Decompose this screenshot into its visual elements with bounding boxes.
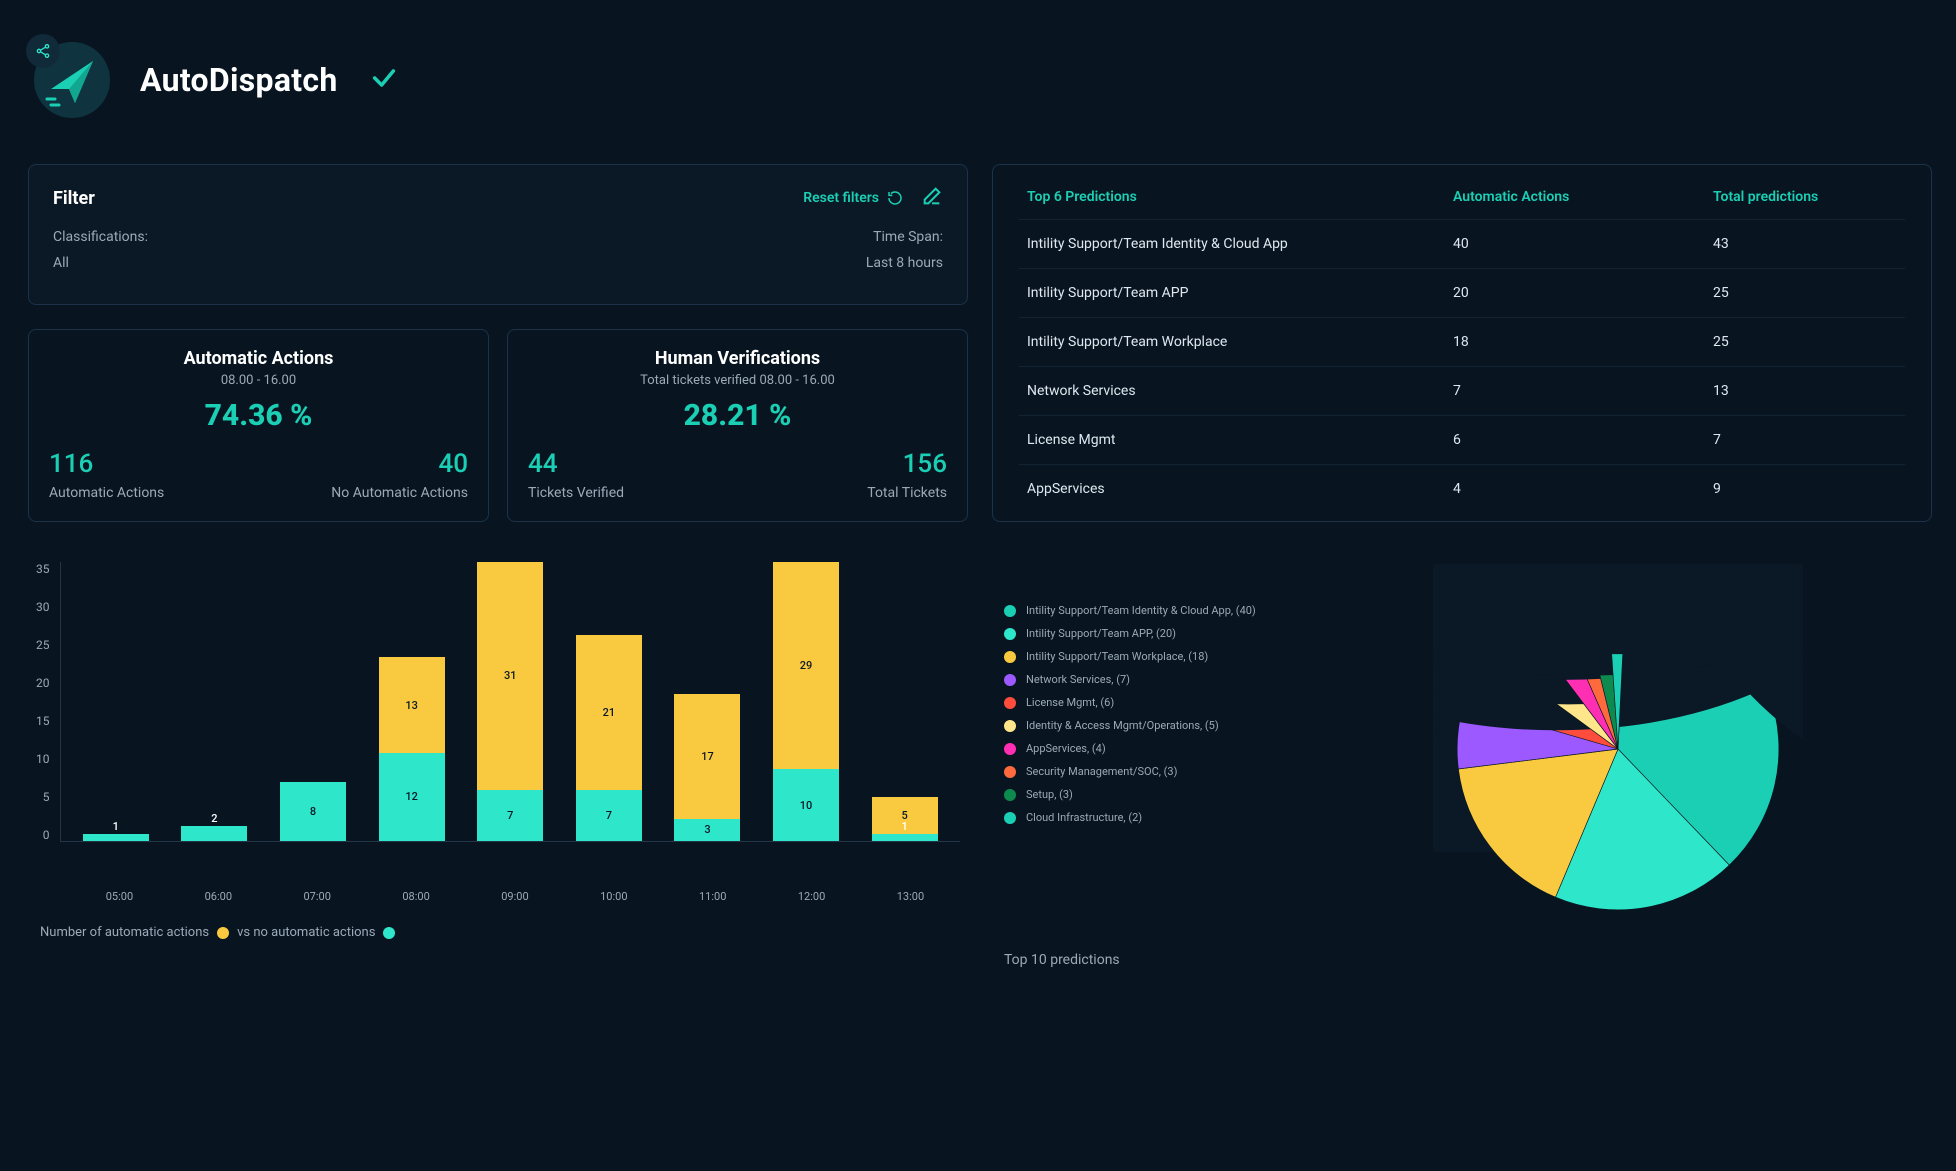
check-icon (370, 64, 398, 96)
pie-chart-card: Intility Support/Team Identity & Cloud A… (992, 546, 1932, 978)
kpi-value: 116 (49, 449, 259, 479)
legend-swatch (1004, 605, 1016, 617)
legend-item: AppServices, (4) (1004, 742, 1304, 755)
legend-swatch (1004, 628, 1016, 640)
kpi-label: Tickets Verified (528, 485, 738, 501)
legend-item: Intility Support/Team Identity & Cloud A… (1004, 604, 1304, 617)
page-title: AutoDispatch (140, 61, 338, 99)
edit-filters-button[interactable] (921, 185, 943, 211)
filter-title: Filter (53, 188, 95, 209)
legend-item: Identity & Access Mgmt/Operations, (5) (1004, 719, 1304, 732)
legend-swatch (1004, 674, 1016, 686)
bar-column: 1312 (379, 562, 445, 841)
filter-panel: Filter Reset filters Classifications: (28, 164, 968, 305)
bar-column: 317 (477, 562, 543, 841)
kpi-automatic-actions: Automatic Actions 08.00 - 16.00 74.36 % … (28, 329, 489, 523)
classifications-label: Classifications: (53, 229, 148, 245)
legend-swatch (1004, 743, 1016, 755)
reset-filters-button[interactable]: Reset filters (803, 190, 903, 206)
kpi-title: Human Verifications (528, 348, 947, 369)
pie-chart: 4020187654332 (1433, 564, 1803, 934)
legend-swatch-teal (383, 927, 395, 939)
reset-icon (887, 190, 903, 206)
kpi-percent: 28.21 % (528, 398, 947, 433)
kpi-label: No Automatic Actions (259, 485, 469, 501)
kpi-label: Total Tickets (738, 485, 948, 501)
share-icon[interactable] (26, 34, 60, 68)
legend-swatch (1004, 789, 1016, 801)
bar-column: 8 (280, 562, 346, 841)
legend-item: Setup, (3) (1004, 788, 1304, 801)
table-row: Network Services713 (1019, 367, 1905, 416)
kpi-value: 44 (528, 449, 738, 479)
legend-swatch (1004, 651, 1016, 663)
legend-swatch (1004, 812, 1016, 824)
pie-caption: Top 10 predictions (1004, 952, 1920, 968)
legend-swatch (1004, 697, 1016, 709)
legend-item: Cloud Infrastructure, (2) (1004, 811, 1304, 824)
table-header: Top 6 Predictions (1019, 175, 1445, 220)
app-logo (28, 36, 116, 124)
kpi-subtitle: 08.00 - 16.00 (49, 373, 468, 388)
bar-column: 2 (181, 562, 247, 841)
timespan-label: Time Span: (866, 229, 943, 245)
bar-chart-card: 35302520151050 128 1312 317 217 173 2910 51 05… (28, 546, 968, 978)
legend-item: Security Management/SOC, (3) (1004, 765, 1304, 778)
table-row: Intility Support/Team Identity & Cloud A… (1019, 220, 1905, 269)
legend-item: License Mgmt, (6) (1004, 696, 1304, 709)
bar-column: 51 (872, 562, 938, 841)
legend-swatch (1004, 720, 1016, 732)
table-header: Total predictions (1705, 175, 1905, 220)
bar-plot: 128 1312 317 217 173 2910 51 (60, 562, 961, 842)
bar-chart-legend: Number of automatic actions vs no automa… (36, 925, 960, 940)
table-row: Intility Support/Team APP2025 (1019, 269, 1905, 318)
legend-swatch-yellow (217, 927, 229, 939)
pie-legend: Intility Support/Team Identity & Cloud A… (1004, 564, 1304, 934)
kpi-subtitle: Total tickets verified 08.00 - 16.00 (528, 373, 947, 388)
y-axis: 35302520151050 (36, 562, 60, 842)
legend-item: Intility Support/Team Workplace, (18) (1004, 650, 1304, 663)
legend-item: Intility Support/Team APP, (20) (1004, 627, 1304, 640)
classifications-value: All (53, 255, 148, 271)
kpi-value: 156 (738, 449, 948, 479)
predictions-table-card: Top 6 PredictionsAutomatic ActionsTotal … (992, 164, 1932, 522)
table-row: License Mgmt67 (1019, 416, 1905, 465)
table-row: AppServices49 (1019, 465, 1905, 514)
kpi-human-verifications: Human Verifications Total tickets verifi… (507, 329, 968, 523)
svg-text:2: 2 (1433, 564, 1803, 934)
legend-swatch (1004, 766, 1016, 778)
predictions-table: Top 6 PredictionsAutomatic ActionsTotal … (1019, 175, 1905, 513)
x-axis: 05:0006:0007:0008:0009:0010:0011:0012:00… (36, 890, 960, 903)
bar-column: 217 (576, 562, 642, 841)
bar-column: 173 (674, 562, 740, 841)
kpi-title: Automatic Actions (49, 348, 468, 369)
bar-column: 2910 (773, 562, 839, 841)
timespan-value: Last 8 hours (866, 255, 943, 271)
kpi-percent: 74.36 % (49, 398, 468, 433)
edit-icon (921, 185, 943, 207)
kpi-value: 40 (259, 449, 469, 479)
legend-item: Network Services, (7) (1004, 673, 1304, 686)
table-header: Automatic Actions (1445, 175, 1705, 220)
kpi-label: Automatic Actions (49, 485, 259, 501)
page-header: AutoDispatch (28, 20, 1928, 136)
table-row: Intility Support/Team Workplace1825 (1019, 318, 1905, 367)
bar-column: 1 (83, 562, 149, 841)
